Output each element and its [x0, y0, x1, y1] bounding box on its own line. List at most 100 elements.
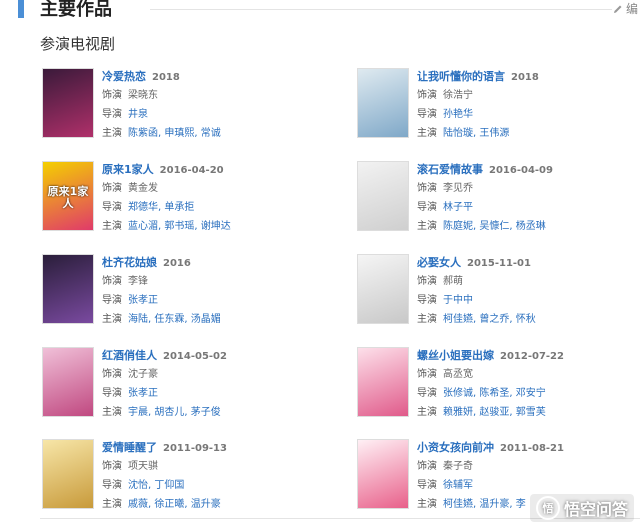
work-date: 2015-11-01: [467, 258, 531, 269]
poster-image[interactable]: [42, 347, 94, 417]
cast-label: 主演: [102, 128, 122, 139]
poster-image[interactable]: [357, 439, 409, 509]
work-date: 2018: [511, 72, 539, 83]
work-title-link[interactable]: 爱情睡醒了: [102, 441, 157, 454]
director-link[interactable]: 井泉: [128, 109, 148, 120]
director-link[interactable]: 林子平: [443, 202, 473, 213]
role-label: 饰演: [417, 461, 437, 472]
work-card: 让我听懂你的语言 2018 饰演 徐浩宁 导演 孙艳华 主演 陆怡璇, 王伟源: [357, 68, 640, 150]
watermark: 悟 悟空问答: [529, 494, 634, 522]
poster-image[interactable]: [42, 254, 94, 324]
cast-link[interactable]: 柯佳嬿, 曾之乔, 怀秋: [443, 314, 536, 325]
poster-image[interactable]: [42, 68, 94, 138]
poster-image[interactable]: [357, 161, 409, 231]
work-title-link[interactable]: 螺丝小姐要出嫁: [417, 349, 494, 362]
role-label: 饰演: [102, 183, 122, 194]
role-value: 梁晓东: [128, 90, 158, 101]
work-title-link[interactable]: 滚石爱情故事: [417, 163, 483, 176]
director-link[interactable]: 张孝正: [128, 388, 158, 399]
cast-link[interactable]: 陈庭妮, 吴慷仁, 杨丞琳: [443, 221, 546, 232]
cast-label: 主演: [417, 221, 437, 232]
cast-link[interactable]: 海陆, 任东霖, 汤晶媚: [128, 314, 221, 325]
cast-link[interactable]: 戚薇, 徐正曦, 温升豪: [128, 499, 221, 510]
cast-link[interactable]: 陈紫函, 申瑱熙, 常诚: [128, 128, 221, 139]
cast-link[interactable]: 陆怡璇, 王伟源: [443, 128, 509, 139]
work-title-link[interactable]: 冷爱热恋: [102, 70, 146, 83]
role-value: 沈子豪: [128, 369, 158, 380]
work-card: 滚石爱情故事 2016-04-09 饰演 李见乔 导演 林子平 主演 陈庭妮, 吴慷仁, 杨丞…: [357, 161, 640, 243]
director-label: 导演: [417, 202, 437, 213]
role-label: 饰演: [102, 90, 122, 101]
work-date: 2016: [163, 258, 191, 269]
director-label: 导演: [102, 480, 122, 491]
cast-label: 主演: [417, 407, 437, 418]
title-divider: [150, 9, 612, 10]
director-link[interactable]: 孙艳华: [443, 109, 473, 120]
work-card: 爱情睡醒了 2011-09-13 饰演 项天骐 导演 沈怡, 丁仰国 主演 戚薇, 徐正曦, …: [42, 439, 342, 521]
poster-image[interactable]: [42, 439, 94, 509]
role-label: 饰演: [102, 369, 122, 380]
work-date: 2018: [152, 72, 180, 83]
poster-image[interactable]: [357, 347, 409, 417]
role-label: 饰演: [417, 90, 437, 101]
director-link[interactable]: 郑德华, 单承拒: [128, 202, 194, 213]
work-date: 2011-09-13: [163, 443, 227, 454]
cast-link[interactable]: 蓝心湄, 郭书瑶, 谢坤达: [128, 221, 231, 232]
cast-label: 主演: [417, 314, 437, 325]
work-title-link[interactable]: 红酒俏佳人: [102, 349, 157, 362]
director-label: 导演: [102, 295, 122, 306]
work-card: 必娶女人 2015-11-01 饰演 郝萌 导演 于中中 主演 柯佳嬿, 曾之乔, 怀秋: [357, 254, 640, 336]
cast-label: 主演: [417, 128, 437, 139]
work-card: 杜齐花姑娘 2016 饰演 李锋 导演 张孝正 主演 海陆, 任东霖, 汤晶媚: [42, 254, 342, 336]
role-value: 黄金发: [128, 183, 158, 194]
cast-label: 主演: [102, 407, 122, 418]
work-date: 2014-05-02: [163, 351, 227, 362]
director-link[interactable]: 徐辅军: [443, 480, 473, 491]
director-link[interactable]: 张修诚, 陈希圣, 邓安宁: [443, 388, 546, 399]
director-label: 导演: [102, 388, 122, 399]
role-value: 徐浩宁: [443, 90, 473, 101]
director-label: 导演: [102, 202, 122, 213]
work-date: 2011-08-21: [500, 443, 564, 454]
poster-image[interactable]: [357, 68, 409, 138]
poster-image[interactable]: [357, 254, 409, 324]
edit-link[interactable]: 编: [612, 0, 638, 17]
director-link[interactable]: 张孝正: [128, 295, 158, 306]
poster-title-text: 原来1家人: [47, 185, 89, 210]
role-value: 秦子奇: [443, 461, 473, 472]
cast-label: 主演: [102, 221, 122, 232]
work-title-link[interactable]: 小资女孩向前冲: [417, 441, 494, 454]
work-title-link[interactable]: 必娶女人: [417, 256, 461, 269]
work-title-link[interactable]: 原来1家人: [102, 163, 154, 176]
role-value: 项天骐: [128, 461, 158, 472]
section-accent-bar: [18, 0, 24, 18]
director-label: 导演: [417, 480, 437, 491]
cast-link[interactable]: 赖雅妍, 赵骏亚, 郭雪芙: [443, 407, 546, 418]
role-value: 李锋: [128, 276, 148, 287]
cast-label: 主演: [417, 499, 437, 510]
watermark-text: 悟空问答: [563, 500, 628, 519]
role-label: 饰演: [102, 461, 122, 472]
director-label: 导演: [417, 109, 437, 120]
director-link[interactable]: 于中中: [443, 295, 473, 306]
role-value: 李见乔: [443, 183, 473, 194]
cast-link[interactable]: 宇晨, 胡杏儿, 茅子俊: [128, 407, 221, 418]
role-value: 高丞宽: [443, 369, 473, 380]
work-card: 螺丝小姐要出嫁 2012-07-22 饰演 高丞宽 导演 张修诚, 陈希圣, 邓安宁 主演赖…: [357, 347, 640, 429]
role-label: 饰演: [417, 276, 437, 287]
cast-link[interactable]: 柯佳嬿, 温升豪, 李: [443, 499, 526, 510]
director-label: 导演: [417, 388, 437, 399]
role-label: 饰演: [417, 369, 437, 380]
director-label: 导演: [102, 109, 122, 120]
work-title-link[interactable]: 让我听懂你的语言: [417, 70, 505, 83]
pencil-icon: [613, 5, 622, 13]
work-title-link[interactable]: 杜齐花姑娘: [102, 256, 157, 269]
work-card: 原来1家人 原来1家人 2016-04-20 饰演 黄金发 导演 郑德华, 单承拒 主演 蓝心湄…: [42, 161, 342, 243]
director-link[interactable]: 沈怡, 丁仰国: [128, 480, 184, 491]
work-date: 2012-07-22: [500, 351, 564, 362]
work-card: 红酒俏佳人 2014-05-02 饰演 沈子豪 导演 张孝正 主演 宇晨, 胡杏儿, 茅子俊: [42, 347, 342, 429]
director-label: 导演: [417, 295, 437, 306]
poster-image[interactable]: 原来1家人: [42, 161, 94, 231]
sub-title: 参演电视剧: [40, 35, 116, 53]
role-label: 饰演: [102, 276, 122, 287]
